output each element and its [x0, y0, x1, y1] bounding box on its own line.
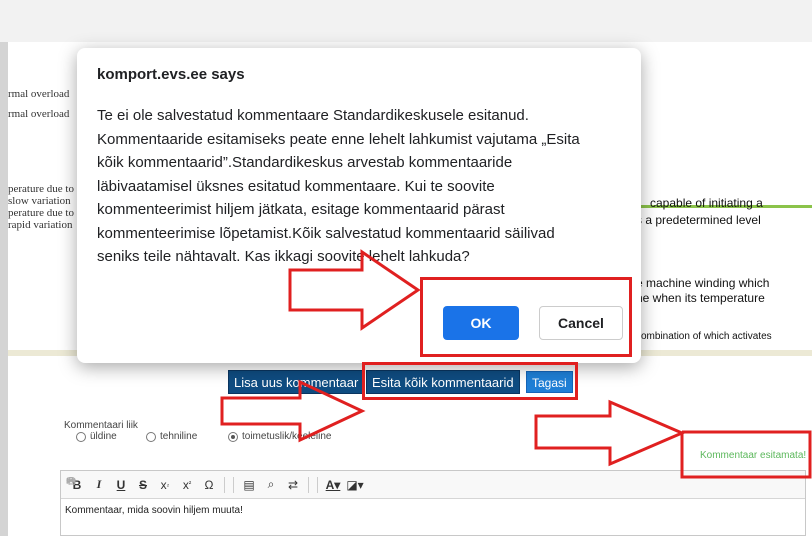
- annotation-arrow: [534, 399, 686, 467]
- annotation-arrow: [288, 249, 421, 331]
- annotation-box-status: [680, 430, 812, 479]
- annotation-arrows: [220, 249, 812, 479]
- annotation-arrow: [220, 379, 366, 443]
